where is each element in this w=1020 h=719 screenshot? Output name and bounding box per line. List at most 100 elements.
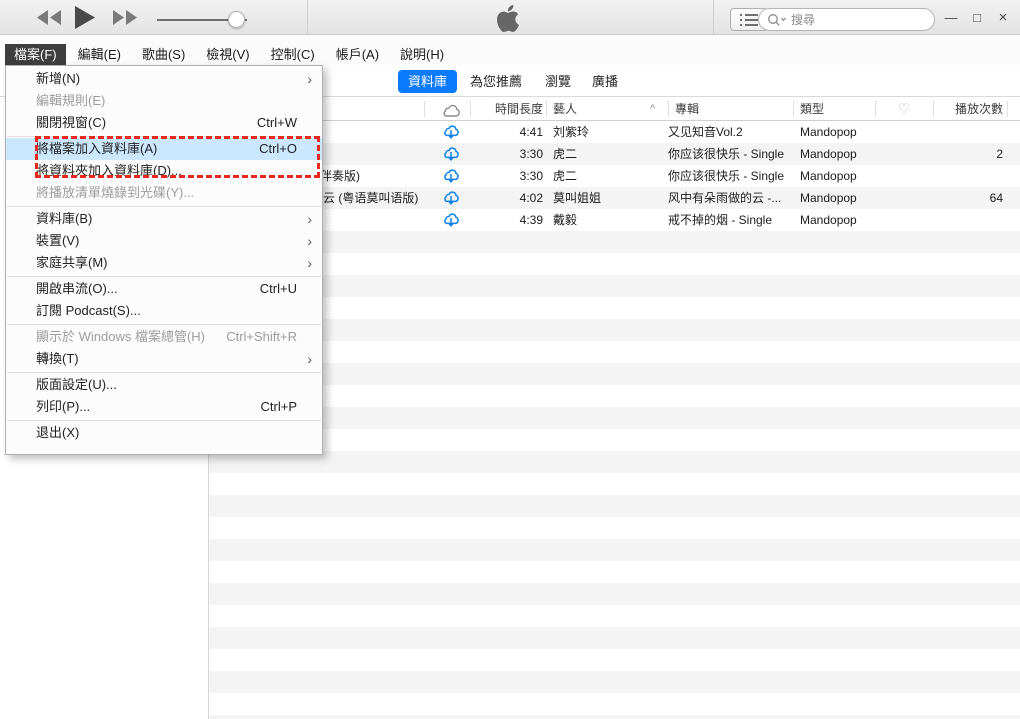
minimize-button[interactable]: —: [938, 4, 964, 32]
song-genre: Mandopop: [800, 121, 880, 143]
menu-item-shortcut: Ctrl+O: [259, 138, 297, 160]
next-track-button[interactable]: [112, 10, 138, 28]
song-album: 你应该很快乐 - Single: [668, 143, 793, 165]
song-duration: 3:30: [478, 165, 543, 187]
song-play-count: [933, 121, 1003, 143]
menu-item-shortcut: Ctrl+U: [260, 278, 297, 300]
column-header-cloud[interactable]: [436, 98, 466, 120]
file-menu-item-5[interactable]: 將資料夾加入資料庫(D)...: [6, 160, 322, 182]
menu-item-label: 版面設定(U)...: [36, 377, 117, 392]
menu-item-label: 裝置(V): [36, 233, 79, 248]
previous-track-button[interactable]: [36, 10, 62, 28]
column-header-album[interactable]: 專輯: [675, 98, 785, 120]
cloud-download-icon: [442, 146, 460, 162]
menubar-item-5[interactable]: 帳戶(A): [327, 44, 388, 65]
column-divider: [424, 101, 425, 117]
menubar-item-3[interactable]: 檢視(V): [197, 44, 258, 65]
menu-item-label: 家庭共享(M): [36, 255, 108, 270]
menubar-item-1[interactable]: 編輯(E): [69, 44, 130, 65]
play-button[interactable]: [75, 6, 95, 32]
close-button[interactable]: ×: [990, 4, 1016, 32]
menu-item-label: 編輯規則(E): [36, 93, 105, 108]
sort-ascending-indicator: ^: [650, 98, 664, 120]
menu-separator: [7, 136, 321, 137]
menubar-item-2[interactable]: 歌曲(S): [133, 44, 194, 65]
song-genre: Mandopop: [800, 209, 880, 231]
file-menu-item-18[interactable]: 版面設定(U)...: [6, 374, 322, 396]
file-menu-item-4[interactable]: 將檔案加入資料庫(A)Ctrl+O: [6, 138, 322, 160]
song-album: 风中有朵雨做的云 -...: [668, 187, 793, 209]
itunes-window: — □ × 檔案(F)編輯(E)歌曲(S)檢視(V)控制(C)帳戶(A)說明(H…: [0, 0, 1020, 719]
song-row-5[interactable]: 4:39戴毅戒不掉的烟 - SingleMandopop: [208, 209, 1020, 231]
search-input[interactable]: [791, 13, 926, 27]
rewind-icon: [36, 10, 62, 25]
menubar-item-6[interactable]: 說明(H): [391, 44, 453, 65]
file-menu-item-0[interactable]: 新增(N)›: [6, 68, 322, 90]
menu-item-shortcut: Ctrl+P: [261, 396, 297, 418]
column-header-artist[interactable]: 藝人: [553, 98, 653, 120]
song-row-3[interactable]: (伴奏版)3:30虎二你应该很快乐 - SingleMandopop: [208, 165, 1020, 187]
song-play-count: [933, 165, 1003, 187]
menu-item-label: 將資料夾加入資料庫(D)...: [36, 163, 182, 178]
menu-item-label: 開啟串流(O)...: [36, 281, 118, 296]
file-menu-item-10[interactable]: 家庭共享(M) ›: [6, 252, 322, 274]
search-icon: [767, 13, 787, 27]
file-menu-item-16[interactable]: 轉換(T)›: [6, 348, 322, 370]
column-header-duration[interactable]: 時間長度: [478, 98, 543, 120]
menu-item-shortcut: Ctrl+W: [257, 112, 297, 134]
song-album: 你应该很快乐 - Single: [668, 165, 793, 187]
menu-separator: [7, 420, 321, 421]
file-menu-item-19[interactable]: 列印(P)...Ctrl+P: [6, 396, 322, 418]
window-controls: — □ ×: [938, 0, 1016, 35]
song-play-count: 2: [933, 143, 1003, 165]
song-artist: 虎二: [553, 165, 668, 187]
file-menu-item-21[interactable]: 退出(X): [6, 422, 322, 444]
cloud-icon: [440, 103, 462, 117]
play-icon: [75, 6, 95, 29]
song-row-2[interactable]: 3:30虎二你应该很快乐 - SingleMandopop2: [208, 143, 1020, 165]
file-menu-item-2[interactable]: 關閉視窗(C)Ctrl+W: [6, 112, 322, 134]
column-header-plays[interactable]: 播放次數: [933, 98, 1003, 120]
cloud-download-cell[interactable]: [424, 165, 478, 187]
cloud-download-cell[interactable]: [424, 143, 478, 165]
maximize-button[interactable]: □: [964, 4, 990, 32]
menubar-item-4[interactable]: 控制(C): [262, 44, 324, 65]
submenu-arrow-icon: ›: [307, 252, 312, 274]
fast-forward-icon: [112, 10, 138, 25]
column-divider: [668, 101, 669, 117]
song-row-4[interactable]: 的云 (粤语莫叫语版)4:02莫叫姐姐风中有朵雨做的云 -...Mandopop…: [208, 187, 1020, 209]
tab-library[interactable]: 資料庫: [398, 70, 457, 93]
menubar-item-0[interactable]: 檔案(F): [5, 44, 66, 65]
cloud-download-cell[interactable]: [424, 187, 478, 209]
column-divider: [470, 101, 471, 117]
song-album: 戒不掉的烟 - Single: [668, 209, 793, 231]
song-duration: 4:41: [478, 121, 543, 143]
menu-separator: [7, 276, 321, 277]
file-menu-item-12[interactable]: 開啟串流(O)... Ctrl+U: [6, 278, 322, 300]
column-divider: [546, 101, 547, 117]
song-duration: 3:30: [478, 143, 543, 165]
apple-logo-icon: [497, 5, 519, 35]
file-menu-item-8[interactable]: 資料庫(B)›: [6, 208, 322, 230]
empty-rows-stripes: [209, 231, 1020, 719]
cloud-download-cell[interactable]: [424, 121, 478, 143]
cloud-download-cell[interactable]: [424, 209, 478, 231]
column-header-genre[interactable]: 類型: [800, 98, 880, 120]
menu-item-label: 訂閱 Podcast(S)...: [36, 303, 141, 318]
file-menu-item-13[interactable]: 訂閱 Podcast(S)...: [6, 300, 322, 322]
tab-browse[interactable]: 瀏覽: [535, 70, 581, 93]
song-artist: 戴毅: [553, 209, 668, 231]
search-box[interactable]: [758, 8, 935, 31]
song-row-1[interactable]: 4:41刘紫玲又见知音Vol.2Mandopop: [208, 121, 1020, 143]
file-menu-item-9[interactable]: 裝置(V)›: [6, 230, 322, 252]
column-header-love[interactable]: ♡: [875, 98, 933, 120]
song-genre: Mandopop: [800, 165, 880, 187]
menu-separator: [7, 372, 321, 373]
tab-for-you[interactable]: 為您推薦: [460, 70, 532, 93]
file-menu-dropdown: 新增(N)› 編輯規則(E) 關閉視窗(C)Ctrl+W 將檔案加入資料庫(A)Ctr…: [5, 65, 323, 455]
song-artist: 莫叫姐姐: [553, 187, 668, 209]
tab-radio[interactable]: 廣播: [582, 70, 628, 93]
cloud-download-icon: [442, 190, 460, 206]
volume-slider-knob[interactable]: [228, 11, 245, 28]
menu-separator: [7, 206, 321, 207]
